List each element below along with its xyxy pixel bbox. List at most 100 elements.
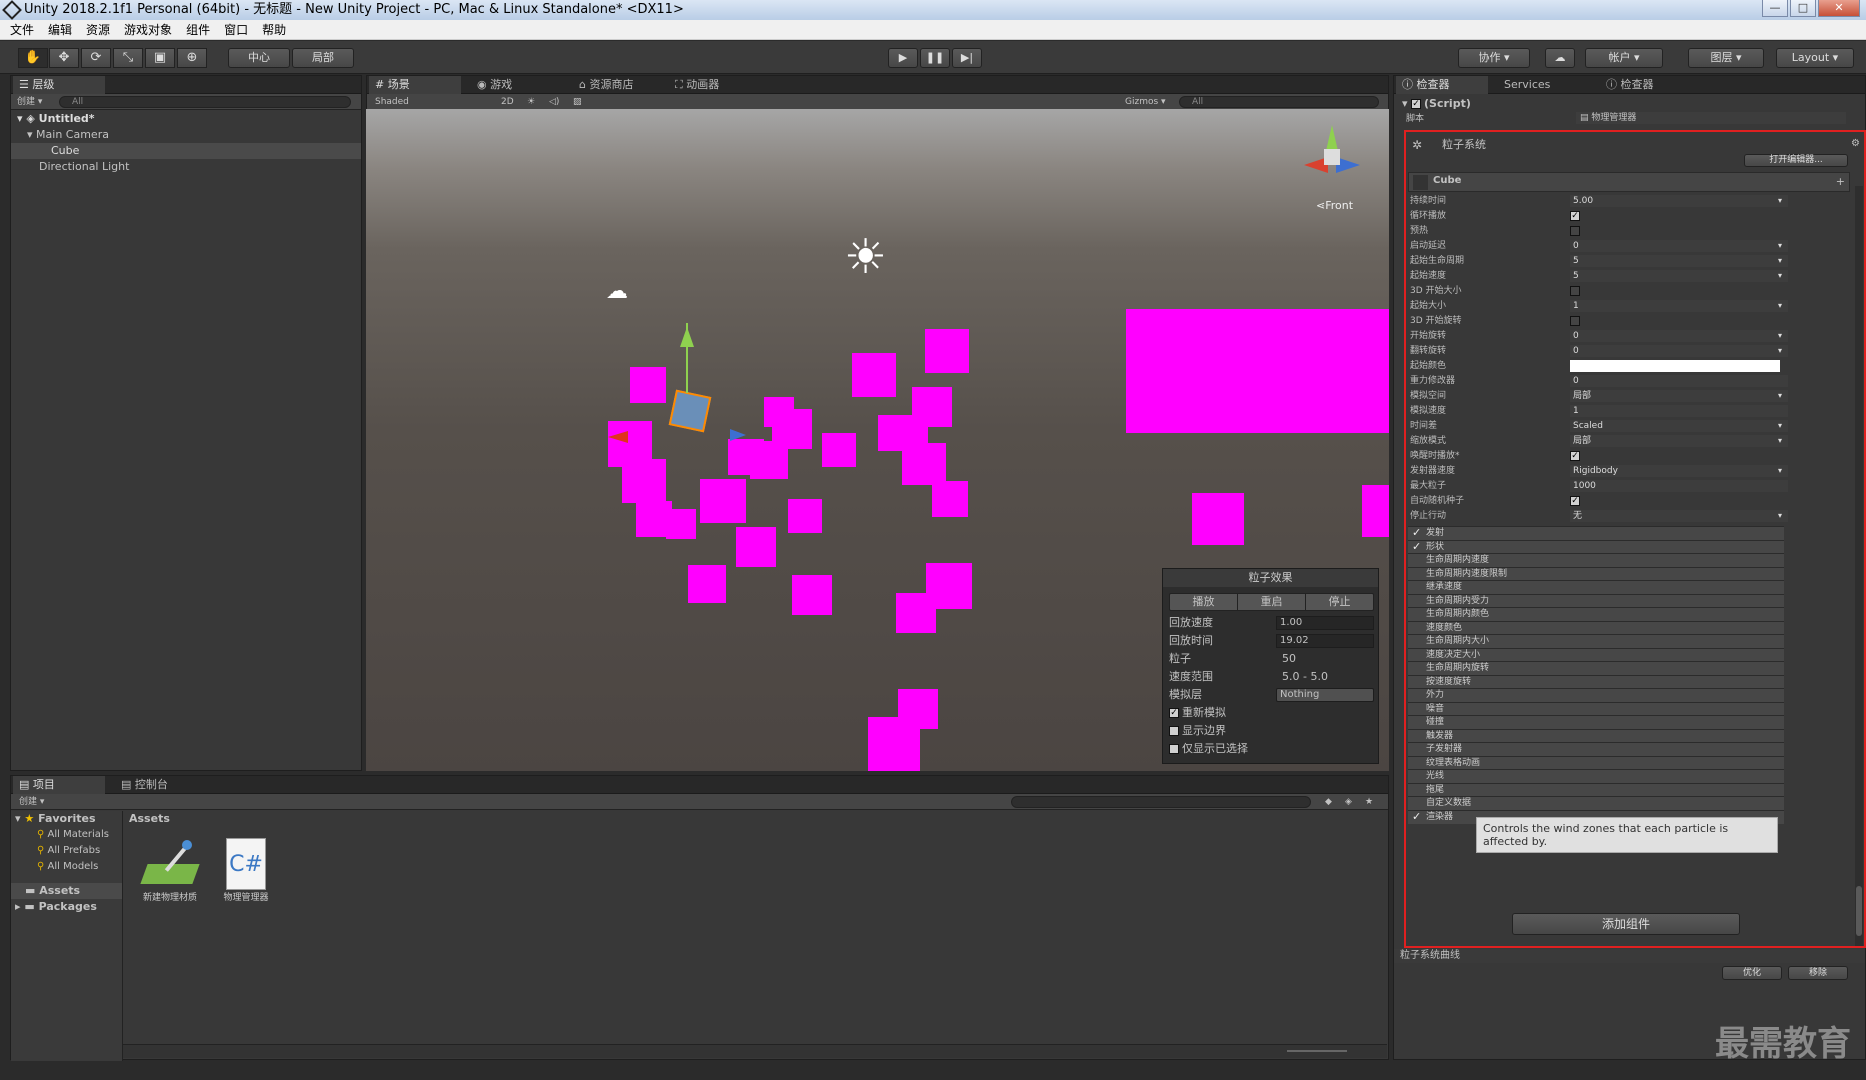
main-module-header[interactable]: Cube + [1408, 172, 1850, 192]
show-bounds-checkbox[interactable] [1169, 726, 1179, 736]
scene-root[interactable]: ▾ ◈ Untitled* [11, 111, 361, 127]
script-field-value[interactable]: ▤ 物理管理器 [1576, 112, 1846, 124]
pivot-toggle[interactable]: 中心 [228, 48, 290, 68]
maximize-button[interactable]: □ [1790, 0, 1816, 17]
module-header[interactable]: 速度决定大小 [1408, 647, 1784, 662]
tab-hierarchy[interactable]: ☰ 层级 [13, 76, 105, 94]
orientation-gizmo[interactable] [1296, 121, 1366, 191]
tab-console[interactable]: ▤ 控制台 [115, 776, 205, 794]
property-value-field[interactable]: 5 [1570, 255, 1788, 267]
module-header[interactable]: ✓ 形状 [1408, 539, 1784, 554]
hierarchy-item-main-camera[interactable]: ▾ Main Camera [11, 127, 361, 143]
property-value-field[interactable]: 5 [1570, 270, 1788, 282]
move-gizmo-z-head[interactable] [730, 429, 746, 441]
hierarchy-item-directional-light[interactable]: Directional Light [11, 159, 361, 175]
tab-project[interactable]: ▤ 项目 [13, 776, 105, 794]
module-header[interactable]: 子发射器 [1408, 742, 1784, 756]
module-enabled-checkbox[interactable] [1412, 731, 1423, 742]
property-checkbox[interactable]: ✓ [1570, 211, 1580, 221]
particle-restart-button[interactable]: 重启 [1238, 594, 1306, 610]
menu-component[interactable]: 组件 [186, 20, 210, 39]
module-enabled-checkbox[interactable] [1412, 569, 1423, 580]
property-checkbox[interactable]: ✓ [1570, 496, 1580, 506]
minimize-button[interactable]: — [1762, 0, 1788, 17]
show-only-selected-checkbox[interactable] [1169, 744, 1179, 754]
module-header[interactable]: 外力 [1408, 688, 1784, 702]
playback-time-field[interactable]: 19.02 [1276, 634, 1374, 648]
module-header[interactable]: 生命周期内受力 [1408, 593, 1784, 608]
filter-type-icon[interactable]: ◆ [1325, 794, 1332, 810]
cloud-icon[interactable]: ☁ [1545, 48, 1575, 68]
property-value-field[interactable]: 局部 [1570, 390, 1788, 402]
module-header[interactable]: 生命周期内旋转 [1408, 661, 1784, 675]
optimize-button[interactable]: 优化 [1722, 966, 1782, 980]
particle-stop-button[interactable]: 停止 [1306, 594, 1373, 610]
scene-search-input[interactable]: All [1179, 96, 1379, 108]
particle-play-button[interactable]: 播放 [1170, 594, 1238, 610]
collab-dropdown[interactable]: 协作 ▾ [1458, 48, 1530, 68]
inspector-scrollbar[interactable] [1855, 186, 1863, 946]
tab-animator[interactable]: ⛶ 动画器 [669, 76, 759, 94]
module-enabled-checkbox[interactable] [1412, 798, 1423, 809]
audio-toggle-icon[interactable]: ◁) [549, 94, 559, 110]
module-enabled-checkbox[interactable]: ✓ [1412, 811, 1423, 823]
menu-edit[interactable]: 编辑 [48, 20, 72, 39]
rotate-tool-icon[interactable]: ⟳ [81, 48, 111, 68]
property-checkbox[interactable] [1570, 316, 1580, 326]
module-enabled-checkbox[interactable] [1412, 758, 1423, 769]
script-enabled-checkbox[interactable]: ✓ [1411, 99, 1422, 109]
tab-inspector-2[interactable]: ⓘ 检查器 [1600, 76, 1690, 94]
move-gizmo-x-head[interactable] [608, 431, 628, 443]
module-header[interactable]: 按速度旋转 [1408, 674, 1784, 689]
module-enabled-checkbox[interactable] [1412, 623, 1423, 634]
assets-folder[interactable]: ▬ Assets [11, 883, 122, 899]
layers-dropdown[interactable]: 图层 ▾ [1688, 48, 1764, 68]
module-header[interactable]: ✓ 发射 [1408, 526, 1784, 540]
module-header[interactable]: 纹理表格动画 [1408, 755, 1784, 770]
show-only-selected-toggle[interactable]: 仅显示已选择 [1169, 741, 1248, 757]
filter-label-icon[interactable]: ◈ [1345, 794, 1352, 810]
module-enabled-checkbox[interactable]: ✓ [1412, 541, 1423, 553]
favorite-all-prefabs[interactable]: ⚲ All Prefabs [11, 843, 122, 859]
move-tool-icon[interactable]: ✥ [49, 48, 79, 68]
favorite-all-materials[interactable]: ⚲ All Materials [11, 827, 122, 843]
script-component-header[interactable]: ▾ ✓ (Script) [1394, 96, 1865, 112]
module-header[interactable]: 碰撞 [1408, 715, 1784, 729]
scale-tool-icon[interactable]: ⤡ [113, 48, 143, 68]
show-bounds-toggle[interactable]: 显示边界 [1169, 723, 1226, 739]
layout-dropdown[interactable]: Layout ▾ [1776, 48, 1854, 68]
module-header[interactable]: 生命周期内颜色 [1408, 607, 1784, 621]
start-color-swatch[interactable] [1570, 360, 1780, 372]
favorite-all-models[interactable]: ⚲ All Models [11, 859, 122, 875]
menu-assets[interactable]: 资源 [86, 20, 110, 39]
add-component-button[interactable]: 添加组件 [1512, 913, 1740, 935]
module-enabled-checkbox[interactable] [1412, 650, 1423, 661]
favorite-star-icon[interactable]: ★ [1365, 794, 1373, 810]
shading-mode-dropdown[interactable]: Shaded [375, 94, 487, 110]
property-checkbox[interactable] [1570, 226, 1580, 236]
module-enabled-checkbox[interactable] [1412, 744, 1423, 755]
project-search-input[interactable] [1011, 796, 1311, 808]
property-value-field[interactable]: 0 [1570, 345, 1788, 357]
module-enabled-checkbox[interactable] [1412, 636, 1423, 647]
selected-cube-gizmo[interactable] [668, 389, 712, 433]
menu-file[interactable]: 文件 [10, 20, 34, 39]
tab-scene[interactable]: # 场景 [369, 76, 461, 94]
module-enabled-checkbox[interactable] [1412, 771, 1423, 782]
property-value-field[interactable]: 0 [1570, 330, 1788, 342]
icon-size-slider[interactable] [1287, 1050, 1347, 1052]
playback-speed-field[interactable]: 1.00 [1276, 616, 1374, 630]
module-enabled-checkbox[interactable] [1412, 717, 1423, 728]
project-create-button[interactable]: 创建 ▾ [19, 794, 44, 810]
tab-inspector[interactable]: ⓘ 检查器 [1396, 76, 1488, 94]
property-value-field[interactable]: 1000 [1570, 480, 1788, 492]
asset-physics-manager-script[interactable]: C# 物理管理器 [206, 838, 286, 903]
property-value-field[interactable]: 5.00 [1570, 195, 1788, 207]
close-button[interactable]: ✕ [1818, 0, 1860, 17]
module-header[interactable]: 生命周期内速度限制 [1408, 566, 1784, 581]
module-enabled-checkbox[interactable] [1412, 555, 1423, 566]
menu-gameobject[interactable]: 游戏对象 [124, 20, 172, 39]
module-enabled-checkbox[interactable] [1412, 609, 1423, 620]
module-header[interactable]: 触发器 [1408, 728, 1784, 743]
remove-button[interactable]: 移除 [1788, 966, 1848, 980]
